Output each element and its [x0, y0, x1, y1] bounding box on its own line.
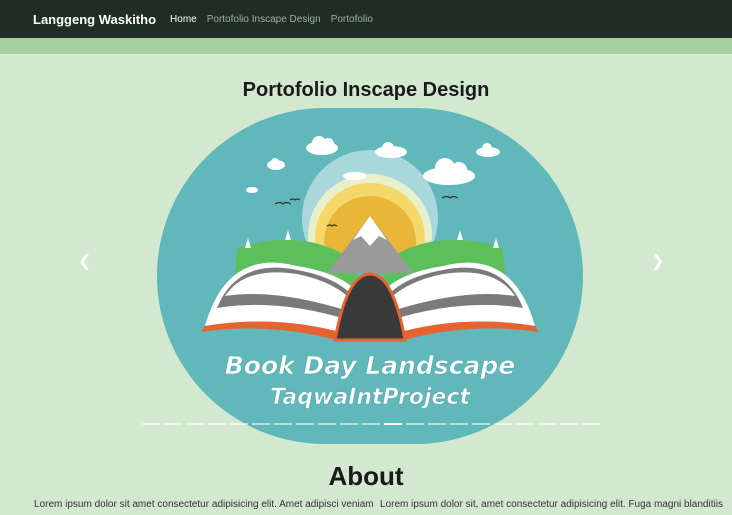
header-strip	[0, 38, 732, 54]
carousel-indicators	[142, 423, 604, 425]
carousel-indicator[interactable]	[428, 423, 446, 425]
carousel-indicator[interactable]	[362, 423, 380, 425]
carousel-indicator[interactable]	[494, 423, 512, 425]
carousel-indicator[interactable]	[274, 423, 292, 425]
slide-title-line1: Book Day Landscape	[225, 351, 516, 380]
carousel-indicator[interactable]	[384, 423, 402, 425]
top-navbar: Langgeng Waskitho Home Portofolio Inscap…	[0, 0, 732, 38]
chevron-right-icon[interactable]: ❯	[651, 251, 664, 271]
carousel-indicator[interactable]	[186, 423, 204, 425]
carousel-indicator[interactable]	[582, 423, 600, 425]
carousel-indicator[interactable]	[450, 423, 468, 425]
brand-logo-text[interactable]: Langgeng Waskitho	[33, 12, 156, 27]
slide-title-line2: TaqwaIntProject	[270, 385, 471, 410]
slide-image[interactable]: Book Day Landscape TaqwaIntProject	[157, 108, 583, 444]
carousel-indicator[interactable]	[560, 423, 578, 425]
nav-link-portofolio[interactable]: Portofolio	[331, 14, 373, 25]
carousel-indicator[interactable]	[164, 423, 182, 425]
portfolio-section-title: Portofolio Inscape Design	[242, 79, 490, 101]
carousel-indicator[interactable]	[230, 423, 248, 425]
carousel-indicator[interactable]	[318, 423, 336, 425]
carousel-indicator[interactable]	[340, 423, 358, 425]
carousel-indicator[interactable]	[208, 423, 226, 425]
carousel-indicator[interactable]	[516, 423, 534, 425]
carousel-indicator[interactable]	[252, 423, 270, 425]
about-text-right: Lorem ipsum dolor sit, amet consectetur …	[380, 499, 723, 510]
carousel-indicator[interactable]	[538, 423, 556, 425]
carousel-indicator[interactable]	[142, 423, 160, 425]
nav-link-home[interactable]: Home	[170, 14, 197, 25]
portfolio-carousel: Book Day Landscape TaqwaIntProject ❮ ❯	[0, 108, 732, 444]
nav-link-portofolio-inscape[interactable]: Portofolio Inscape Design	[207, 14, 321, 25]
chevron-left-icon[interactable]: ❮	[78, 251, 91, 271]
about-section-title: About	[328, 461, 404, 491]
carousel-indicator[interactable]	[296, 423, 314, 425]
carousel-indicator[interactable]	[472, 423, 490, 425]
carousel-indicator[interactable]	[406, 423, 424, 425]
about-text-left: Lorem ipsum dolor sit amet consectetur a…	[34, 499, 374, 510]
